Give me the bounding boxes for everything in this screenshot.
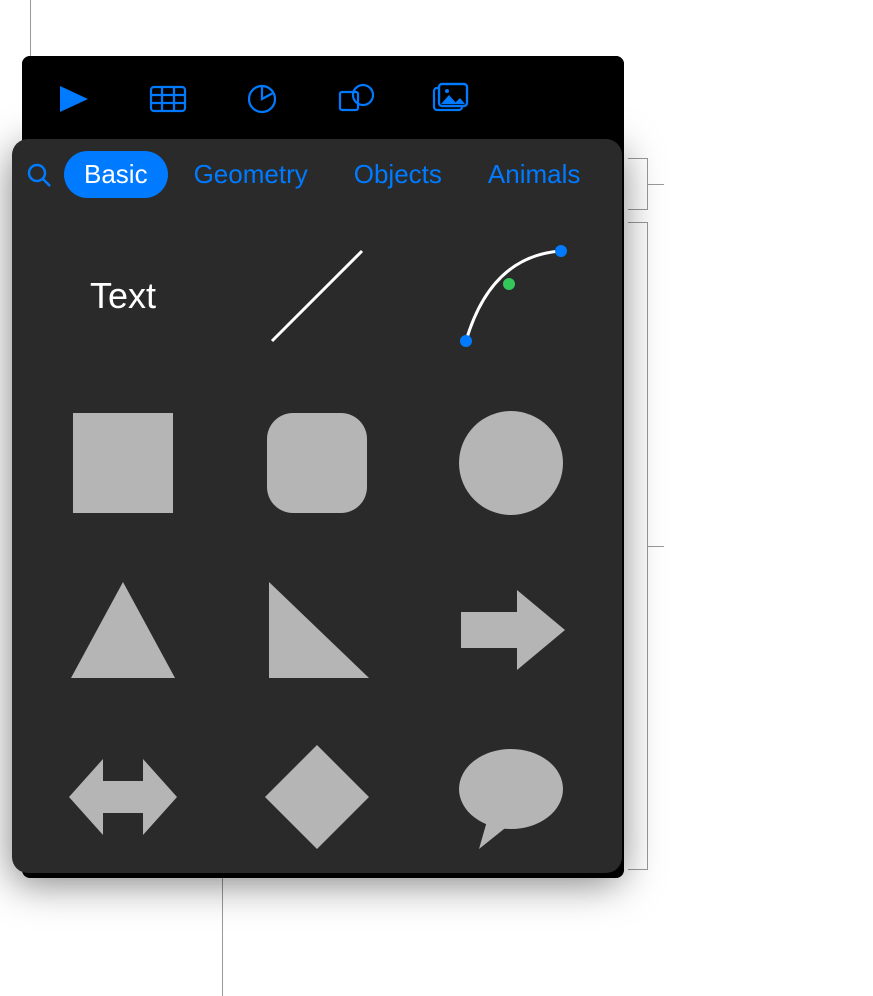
text-shape-label: Text bbox=[90, 275, 156, 317]
callout-line-top-left bbox=[30, 0, 31, 56]
shape-circle[interactable] bbox=[420, 385, 602, 540]
shape-icon[interactable] bbox=[334, 77, 378, 121]
callout-bracket-shapes bbox=[628, 222, 648, 870]
shape-double-arrow[interactable] bbox=[32, 719, 214, 873]
shape-square[interactable] bbox=[32, 385, 214, 540]
toolbar bbox=[22, 56, 624, 141]
category-tabs: Basic Geometry Objects Animals Na bbox=[12, 139, 622, 210]
shape-arrow-right[interactable] bbox=[420, 552, 602, 707]
search-icon[interactable] bbox=[20, 156, 58, 194]
shapes-popover: Basic Geometry Objects Animals Na Text bbox=[12, 139, 622, 873]
tab-nature[interactable]: Na bbox=[606, 151, 622, 198]
callout-bracket-categories bbox=[628, 158, 648, 210]
table-icon[interactable] bbox=[146, 77, 190, 121]
shape-rounded-square[interactable] bbox=[226, 385, 408, 540]
callout-bracket-categories-stem bbox=[648, 184, 664, 185]
tab-basic[interactable]: Basic bbox=[64, 151, 168, 198]
shape-curve[interactable] bbox=[420, 218, 602, 373]
shape-triangle[interactable] bbox=[32, 552, 214, 707]
callout-line-bottom bbox=[222, 878, 223, 996]
play-icon[interactable] bbox=[52, 77, 96, 121]
callout-bracket-shapes-stem bbox=[648, 546, 664, 547]
tab-objects[interactable]: Objects bbox=[334, 151, 462, 198]
tab-geometry[interactable]: Geometry bbox=[174, 151, 328, 198]
shape-text[interactable]: Text bbox=[32, 218, 214, 373]
media-icon[interactable] bbox=[428, 77, 472, 121]
tab-animals[interactable]: Animals bbox=[468, 151, 600, 198]
shapes-grid: Text bbox=[12, 210, 622, 873]
shape-diamond[interactable] bbox=[226, 719, 408, 873]
shape-speech-bubble[interactable] bbox=[420, 719, 602, 873]
shape-line[interactable] bbox=[226, 218, 408, 373]
shape-right-triangle[interactable] bbox=[226, 552, 408, 707]
chart-icon[interactable] bbox=[240, 77, 284, 121]
